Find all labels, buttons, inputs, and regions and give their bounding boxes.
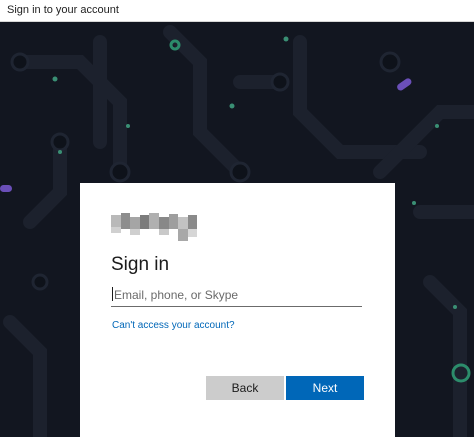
email-field[interactable] [111, 283, 362, 307]
next-button[interactable]: Next [286, 376, 364, 400]
signin-card: Sign in Can't access your account? Back … [80, 183, 395, 437]
microsoft-logo-icon [111, 213, 203, 245]
page-title: Sign in [111, 254, 170, 275]
window-title: Sign in to your account [7, 4, 119, 16]
back-button[interactable]: Back [206, 376, 284, 400]
window-titlebar: Sign in to your account [0, 0, 474, 22]
cant-access-account-link[interactable]: Can't access your account? [112, 320, 235, 331]
text-cursor [112, 287, 113, 301]
